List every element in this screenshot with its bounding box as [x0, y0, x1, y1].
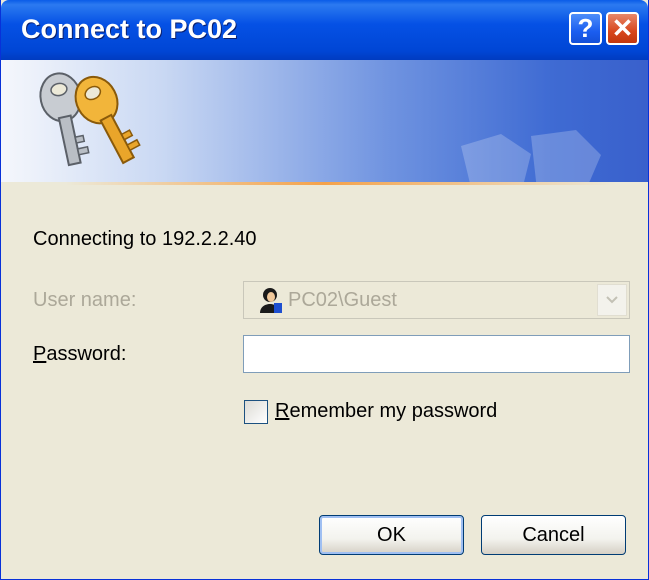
username-label: User name: [33, 289, 137, 311]
help-icon: ? [577, 13, 594, 43]
remember-password-checkbox[interactable] [244, 400, 268, 424]
connecting-text: Connecting to 192.2.2.40 [33, 228, 257, 250]
chevron-down-icon [606, 296, 618, 304]
remember-password-label[interactable]: Remember my password [275, 400, 497, 423]
keys-icon [39, 72, 141, 167]
username-combobox[interactable]: PC02\Guest [243, 281, 630, 319]
window-title: Connect to PC02 [21, 14, 238, 44]
password-label: Password: [33, 343, 126, 366]
ok-button[interactable]: OK [319, 515, 464, 555]
password-label-text: assword: [46, 343, 127, 365]
banner-divider [1, 182, 648, 185]
keys-watermark-icon [461, 130, 601, 184]
cancel-button[interactable]: Cancel [481, 515, 626, 555]
connect-dialog: Connect to PC02 ? ✕ Connecting to 192.2.… [0, 0, 649, 580]
password-label-accel: P [33, 343, 47, 365]
password-input[interactable] [243, 335, 630, 373]
username-value: PC02\Guest [288, 289, 397, 311]
remember-label-accel: R [275, 400, 290, 422]
help-button[interactable]: ? [569, 12, 602, 45]
user-icon [260, 288, 282, 313]
username-dropdown-button[interactable] [597, 284, 627, 316]
remember-label-text: emember my password [289, 400, 498, 422]
close-button[interactable]: ✕ [606, 12, 639, 45]
title-bar[interactable]: Connect to PC02 ? ✕ [1, 0, 648, 60]
close-icon: ✕ [611, 13, 634, 43]
